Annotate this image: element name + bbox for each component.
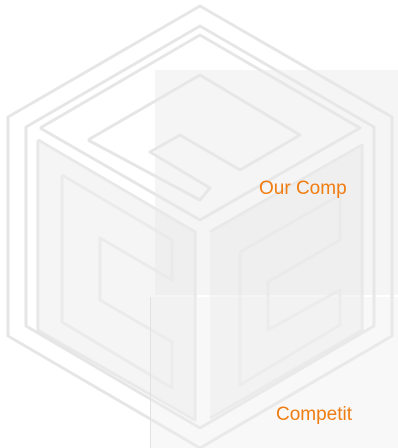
section-title-competitors: Competit: [276, 404, 353, 425]
panel-divider: [150, 297, 151, 448]
slide-canvas: Our Comp Competit: [0, 0, 398, 448]
section-title-our-company: Our Comp: [259, 178, 347, 199]
section-panel-competitors: [150, 297, 398, 448]
